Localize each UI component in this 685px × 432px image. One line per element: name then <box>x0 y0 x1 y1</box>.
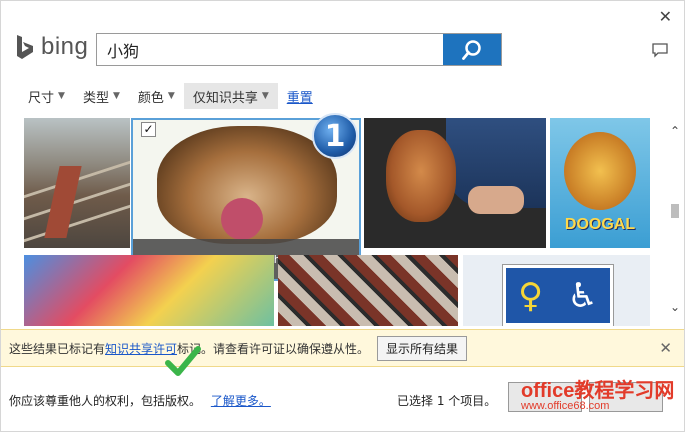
scroll-up-icon[interactable]: ⌃ <box>670 124 680 138</box>
hand-shape <box>468 186 524 214</box>
chevron-down-icon: ▼ <box>58 91 65 101</box>
woman-icon: ♀ <box>518 275 544 316</box>
watermark-line2: www.office68.com <box>521 400 610 412</box>
filter-license[interactable]: 仅知识共享 ▼ <box>183 83 278 109</box>
copyright-text: 你应该尊重他人的权利，包括版权。 <box>9 394 202 408</box>
license-info-bar: 这些结果已标记有 知识共享许可 标记。请查看许可证以确保遵从性。 显示所有结果 … <box>1 329 684 367</box>
selection-count: 已选择 1 个项目。 <box>397 394 497 408</box>
image-result-colorful-bag[interactable] <box>24 255 274 326</box>
search-icon <box>462 39 481 60</box>
infobar-text-after: 标记。请查看许可证以确保遵从性。 <box>177 341 370 356</box>
chevron-down-icon: ▼ <box>112 91 120 101</box>
filter-size-label: 尺寸 <box>28 90 55 106</box>
selected-checkbox[interactable]: ✓ <box>141 122 156 137</box>
filter-size[interactable]: 尺寸 ▼ <box>19 83 74 109</box>
watermark: office教程学习网 www.office68.com <box>521 381 674 412</box>
image-result-doogal-poster[interactable]: DOOGAL <box>550 118 650 248</box>
feedback-icon[interactable] <box>652 43 668 62</box>
filter-type[interactable]: 类型 ▼ <box>74 83 129 109</box>
search-input[interactable] <box>97 34 443 65</box>
rail-line <box>24 204 130 243</box>
filter-bar: 尺寸 ▼ 类型 ▼ 颜色 ▼ 仅知识共享 ▼ 重置 <box>19 83 322 109</box>
poster-title: DOOGAL <box>564 216 636 233</box>
filter-color[interactable]: 颜色 ▼ <box>129 83 184 109</box>
close-infobar-icon[interactable]: ✕ <box>659 339 672 357</box>
copyright-notice: 你应该尊重他人的权利，包括版权。 了解更多。 <box>9 392 271 409</box>
image-result-sign[interactable]: ♀ ♿ <box>463 255 650 326</box>
restroom-sign: ♀ ♿ <box>503 265 613 326</box>
rail-line <box>24 182 130 221</box>
show-all-results-button[interactable]: 显示所有结果 <box>377 335 468 361</box>
bing-b-icon <box>17 35 33 59</box>
infobar-text-before: 这些结果已标记有 <box>9 341 106 356</box>
close-dialog-icon[interactable]: ✕ <box>659 7 672 26</box>
reset-link[interactable]: 重置 <box>278 87 322 106</box>
watermark-line1: office教程学习网 <box>521 380 675 402</box>
poodle-shape <box>386 130 456 222</box>
filter-license-label: 仅知识共享 <box>192 90 258 106</box>
chevron-down-icon: ▼ <box>261 91 269 101</box>
tongue-shape <box>221 198 263 240</box>
scroll-thumb[interactable] <box>671 204 679 218</box>
results-scrollbar[interactable]: ⌃ ⌄ <box>666 118 684 326</box>
wheelchair-icon: ♿ <box>567 275 598 316</box>
bing-wordmark: bing <box>41 33 89 60</box>
step-number-badge: 1 <box>312 113 358 159</box>
chevron-down-icon: ▼ <box>167 91 175 101</box>
image-result-railway[interactable] <box>24 118 130 248</box>
search-button[interactable] <box>443 34 501 65</box>
learn-more-link[interactable]: 了解更多。 <box>211 394 271 408</box>
bing-logo: bing <box>15 33 88 61</box>
image-result-poodle[interactable] <box>364 118 546 248</box>
image-result-plaid-dog[interactable] <box>278 255 458 326</box>
search-box <box>96 33 502 66</box>
filter-color-label: 颜色 <box>137 90 164 106</box>
scroll-down-icon[interactable]: ⌄ <box>670 300 680 314</box>
cartoon-dog-shape <box>564 132 636 210</box>
filter-type-label: 类型 <box>82 90 109 106</box>
bing-image-search-dialog: ✕ bing 尺寸 ▼ 类型 ▼ 颜色 ▼ <box>0 0 685 432</box>
